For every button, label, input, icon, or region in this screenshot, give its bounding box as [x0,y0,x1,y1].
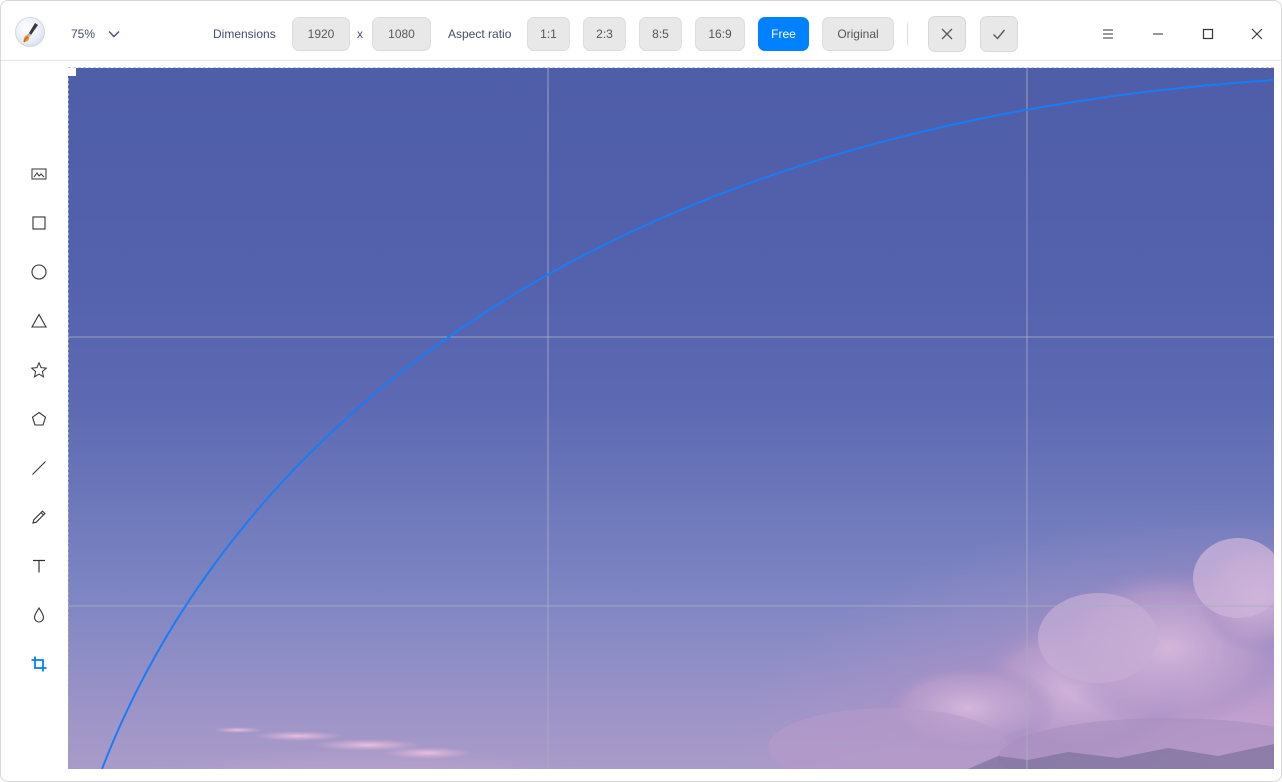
menu-button[interactable] [1095,21,1121,47]
chevron-down-icon [108,31,120,38]
width-input[interactable]: 1920 [292,17,350,51]
line-icon [32,461,46,475]
ratio-8-5-button[interactable]: 8:5 [639,17,682,51]
height-input[interactable]: 1080 [372,17,431,51]
image-icon [31,168,47,180]
menu-icon [1103,29,1113,39]
tool-line[interactable] [29,458,49,478]
close-icon [1251,28,1263,40]
toolbar: 75% Dimensions 1920 x 1080 Aspect ratio … [1,1,1281,61]
crop-grid [68,68,1274,769]
zoom-value: 75% [71,27,96,41]
confirm-crop-button[interactable] [980,16,1018,52]
zoom-dropdown[interactable]: 75% [71,21,121,47]
app-logo-icon [15,17,45,47]
aspect-ratio-label: Aspect ratio [448,27,512,41]
rectangle-icon [32,216,46,230]
tool-pencil[interactable] [29,507,49,527]
tool-crop[interactable] [29,654,49,674]
ratio-16-9-button[interactable]: 16:9 [695,17,745,51]
triangle-icon [31,313,47,328]
maximize-button[interactable] [1195,21,1221,47]
tool-image[interactable] [29,164,49,184]
ellipse-icon [31,264,47,280]
tool-star[interactable] [29,360,49,380]
pentagon-icon [31,411,47,426]
ratio-original-button[interactable]: Original [822,17,894,51]
close-window-button[interactable] [1244,21,1270,47]
tool-blur[interactable] [29,605,49,625]
maximize-icon [1202,28,1214,40]
tool-rectangle[interactable] [29,213,49,233]
ratio-free-button[interactable]: Free [758,17,809,51]
dimensions-label: Dimensions [213,27,276,41]
rotation-arc[interactable] [101,79,1274,769]
crop-icon [31,656,47,672]
cancel-crop-button[interactable] [928,16,966,52]
blur-icon [33,606,45,623]
ratio-2-3-button[interactable]: 2:3 [583,17,626,51]
star-icon [30,361,48,378]
app-window: 75% Dimensions 1920 x 1080 Aspect ratio … [0,0,1282,782]
minimize-button[interactable] [1145,21,1171,47]
close-icon [941,28,953,40]
text-icon [33,559,45,573]
crop-overlay[interactable] [68,68,1274,769]
ratio-1-1-button[interactable]: 1:1 [527,17,570,51]
minimize-icon [1153,33,1163,35]
dimension-separator: x [357,27,363,41]
toolbar-divider [907,23,908,45]
check-icon [993,29,1006,40]
tool-sidebar [9,62,69,770]
tool-text[interactable] [29,556,49,576]
tool-pentagon[interactable] [29,409,49,429]
tool-ellipse[interactable] [29,262,49,282]
crop-handle-top-left[interactable] [68,68,76,76]
pencil-icon [32,510,46,524]
tool-triangle[interactable] [29,311,49,331]
